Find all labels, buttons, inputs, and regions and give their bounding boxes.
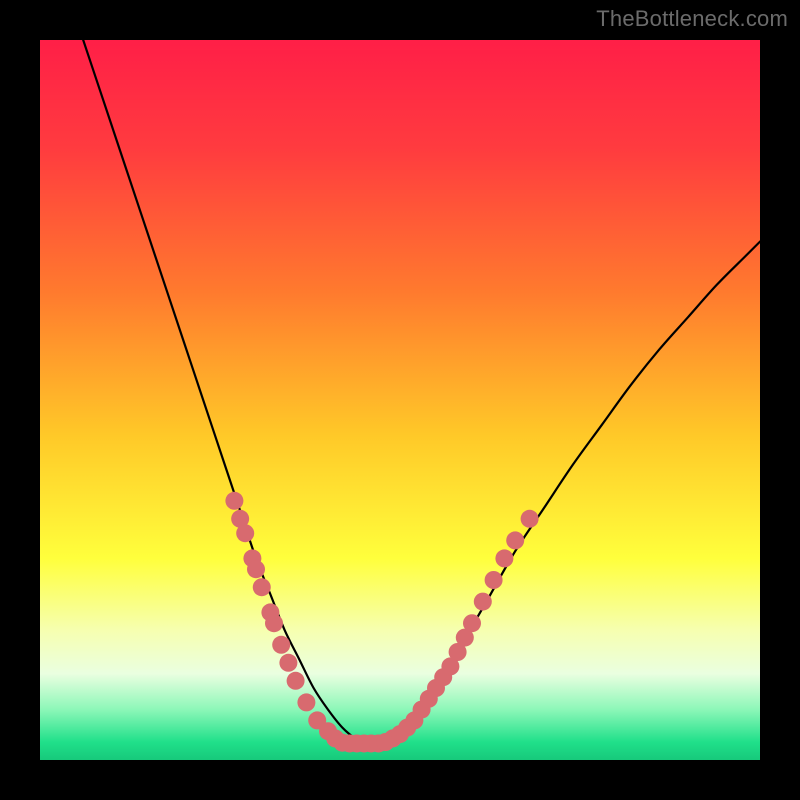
highlight-dot xyxy=(495,549,513,567)
highlight-dot xyxy=(225,492,243,510)
highlight-dot xyxy=(474,593,492,611)
highlight-dot xyxy=(279,654,297,672)
highlight-dot xyxy=(265,614,283,632)
highlight-dot xyxy=(297,693,315,711)
plot-area xyxy=(40,40,760,760)
highlight-dot xyxy=(236,524,254,542)
bottleneck-curve xyxy=(83,40,760,744)
highlight-dot xyxy=(485,571,503,589)
highlight-dot xyxy=(247,560,265,578)
highlight-dot xyxy=(287,672,305,690)
chart-frame: TheBottleneck.com xyxy=(0,0,800,800)
curve-layer xyxy=(40,40,760,760)
highlight-dot-group xyxy=(225,492,538,753)
highlight-dot xyxy=(521,510,539,528)
highlight-dot xyxy=(272,636,290,654)
highlight-dot xyxy=(463,614,481,632)
highlight-dot xyxy=(506,531,524,549)
highlight-dot xyxy=(253,578,271,596)
watermark-text: TheBottleneck.com xyxy=(596,6,788,32)
